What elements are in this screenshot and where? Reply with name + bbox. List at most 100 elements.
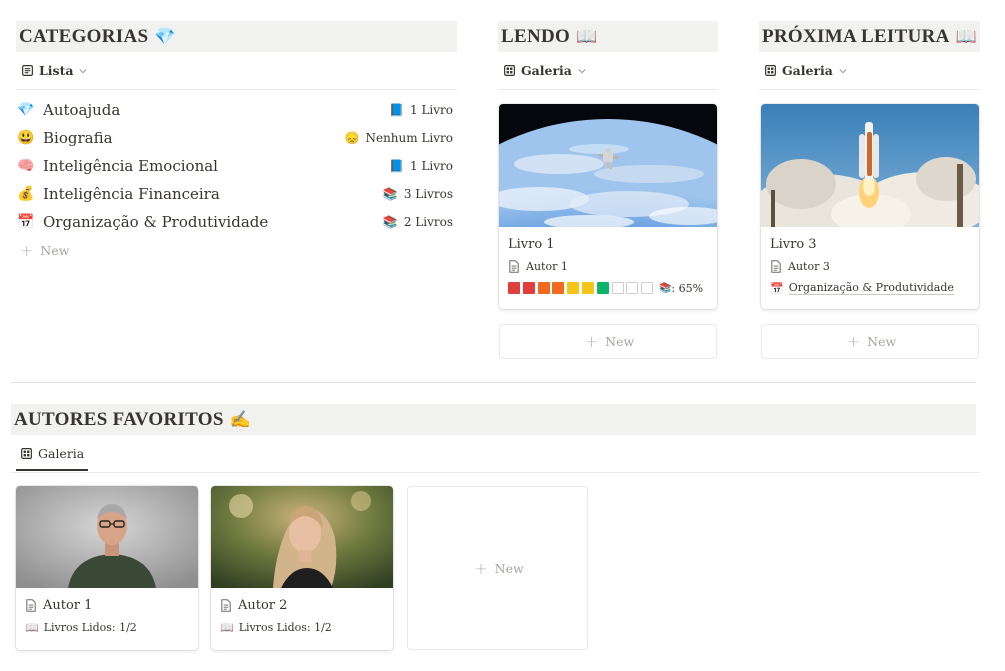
page-icon (771, 259, 781, 273)
lendo-header: LENDO 📖 (498, 21, 718, 52)
author-property: Autor 3 (770, 255, 970, 277)
add-book-button[interactable]: + New (761, 324, 979, 359)
category-link: Organização & Produtividade (788, 281, 954, 295)
plus-icon: + (20, 240, 34, 260)
lendo-view-bar: Galeria (498, 52, 718, 90)
author-name-row: Autor 2 (220, 594, 384, 616)
autores-title: AUTORES FAVORITOS (14, 408, 224, 430)
category-name: Inteligência Financeira (43, 185, 220, 203)
card-body: Autor 1 📖 Livros Lidos: 1/2 (16, 588, 198, 644)
category-property: 📅 Organização & Produtividade (770, 277, 970, 299)
add-author-button[interactable]: + New (407, 486, 588, 650)
new-label: New (867, 334, 897, 349)
list-item[interactable]: 💎 Autoajuda 📘 1 Livro (17, 96, 457, 124)
author-name: Autor 1 (43, 597, 93, 613)
categorias-title: CATEGORIAS (19, 25, 149, 47)
progress-square-filled (552, 282, 565, 294)
author-name: Autor 2 (238, 597, 288, 613)
page-icon (26, 598, 36, 612)
view-label: Galeria (38, 446, 85, 461)
category-name: Autoajuda (43, 101, 121, 119)
section-divider (11, 382, 976, 383)
view-label: Galeria (521, 63, 572, 78)
gem-icon: 💎 (154, 26, 176, 47)
category-name: Organização & Produtividade (43, 213, 269, 231)
book-count: 2 Livros (403, 215, 453, 229)
add-book-button[interactable]: + New (499, 324, 717, 359)
category-name: Inteligência Emocional (43, 157, 218, 175)
progress-square-empty (611, 282, 624, 294)
book-count: 3 Livros (403, 187, 453, 201)
proxima-title: PRÓXIMA LEITURA (762, 25, 950, 47)
progress-square-empty (626, 282, 639, 294)
chevron-down-icon (578, 68, 586, 73)
author-card[interactable]: Autor 1 📖 Livros Lidos: 1/2 (16, 486, 198, 650)
gem-icon: 💎 (17, 102, 35, 118)
active-tab-underline (16, 469, 88, 471)
list-item[interactable]: 😃 Biografia 😞 Nenhum Livro (17, 124, 457, 152)
rocket-image (761, 104, 979, 227)
writing-hand-icon: ✍️ (229, 409, 251, 430)
progress-square-filled (522, 282, 535, 294)
list-view-icon (22, 65, 33, 76)
list-item[interactable]: 📅 Organização & Produtividade 📚 2 Livros (17, 208, 457, 236)
progress-square-filled (596, 282, 609, 294)
earth-image (499, 104, 717, 227)
progress-square-filled (567, 282, 580, 294)
chevron-down-icon (839, 68, 847, 73)
books-read: Livros Lidos: 1/2 (238, 620, 332, 634)
open-book-icon: 📖 (955, 26, 977, 47)
book-icon: 📘 (389, 103, 404, 117)
cover-image-rocket-launch (761, 104, 979, 227)
brain-icon: 🧠 (17, 158, 35, 174)
view-selector-galeria[interactable]: Galeria (759, 52, 853, 89)
smile-icon: 😃 (17, 130, 35, 146)
book-card[interactable]: Livro 3 Autor 3 📅 Organização & Produtiv… (761, 104, 979, 309)
lendo-title: LENDO (501, 25, 571, 47)
progress-percent: : 65% (671, 281, 704, 295)
plus-icon: + (474, 558, 488, 578)
author-name: Autor 1 (526, 259, 568, 273)
author-name-row: Autor 1 (25, 594, 189, 616)
view-selector-lista[interactable]: Lista (16, 52, 93, 89)
author-card[interactable]: Autor 2 📖 Livros Lidos: 1/2 (211, 486, 393, 650)
author-photo (16, 486, 198, 588)
view-label: Galeria (782, 63, 833, 78)
books-icon: 📚 (658, 282, 672, 294)
calendar-icon: 📅 (770, 281, 784, 295)
view-label: Lista (39, 63, 74, 78)
book-count: 1 Livro (410, 159, 453, 173)
list-item[interactable]: 💰 Inteligência Financeira 📚 3 Livros (17, 180, 457, 208)
list-item[interactable]: 🧠 Inteligência Emocional 📘 1 Livro (17, 152, 457, 180)
books-read: Livros Lidos: 1/2 (43, 620, 137, 634)
progress-square-filled (581, 282, 594, 294)
man-portrait-image (16, 486, 198, 588)
cover-image-earth-astronaut (499, 104, 717, 227)
card-body: Livro 1 Autor 1 📚: 65% (499, 227, 717, 305)
book-card[interactable]: Livro 1 Autor 1 📚: 65% (499, 104, 717, 309)
book-count: Nenhum Livro (365, 131, 453, 145)
reading-progress: 📚: 65% (508, 277, 708, 299)
author-photo (211, 486, 393, 588)
book-title: Livro 3 (770, 236, 817, 252)
autores-view-bar: Galeria (11, 435, 980, 473)
progress-square-empty (641, 282, 654, 294)
view-selector-galeria[interactable]: Galeria (498, 52, 592, 89)
tab-galeria[interactable]: Galeria (11, 435, 90, 472)
categorias-view-bar: Lista (16, 52, 457, 90)
open-book-icon: 📖 (220, 620, 234, 634)
plus-icon: + (584, 332, 599, 351)
page-icon (509, 259, 519, 273)
proxima-header: PRÓXIMA LEITURA 📖 (759, 21, 980, 52)
card-body: Autor 2 📖 Livros Lidos: 1/2 (211, 588, 393, 644)
new-label: New (605, 334, 635, 349)
new-label: New (40, 242, 70, 258)
books-read-property: 📖 Livros Lidos: 1/2 (220, 616, 384, 638)
gallery-view-icon (21, 448, 32, 459)
category-name: Biografia (43, 129, 113, 147)
chevron-down-icon (79, 68, 88, 73)
categorias-list: 💎 Autoajuda 📘 1 Livro 😃 Biografia 😞 Nenhum L… (17, 96, 457, 264)
book-icon: 📘 (389, 159, 404, 173)
add-category-button[interactable]: + New (17, 236, 457, 264)
autores-header: AUTORES FAVORITOS ✍️ (11, 404, 976, 435)
